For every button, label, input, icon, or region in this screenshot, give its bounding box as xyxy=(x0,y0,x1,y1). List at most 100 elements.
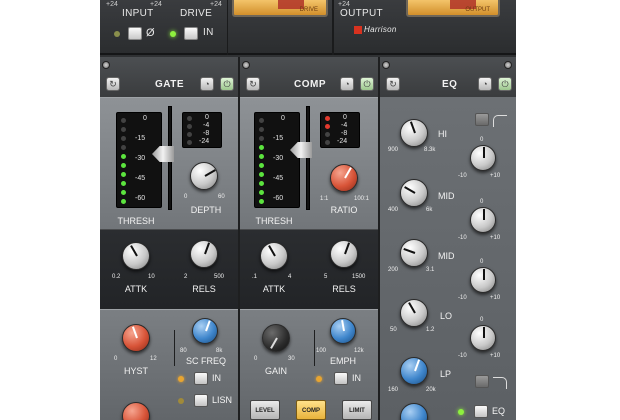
sc-bracket xyxy=(174,330,175,366)
lp-freq-max: 20k xyxy=(426,387,436,393)
drive-in-led xyxy=(170,31,176,37)
mid2-freq-max: 3.1 xyxy=(426,267,435,273)
mid1-freq-min: 400 xyxy=(388,207,399,213)
comp-thresh-label: THRESH xyxy=(255,216,293,226)
eq-reset-button[interactable]: ↻ xyxy=(386,77,400,91)
lowpass-curve-icon xyxy=(493,377,507,389)
screw-icon xyxy=(242,61,250,69)
drive-in-button[interactable] xyxy=(184,27,198,40)
ratio-min: 1:1 xyxy=(320,196,329,202)
gr-led xyxy=(325,124,330,129)
gr-scale-label: 0 xyxy=(205,114,209,121)
attk-max: 10 xyxy=(148,274,155,280)
shelf-curve-icon xyxy=(493,115,507,127)
lo-freq-knob[interactable] xyxy=(400,299,428,327)
hyst-knob[interactable] xyxy=(122,324,150,352)
level-mode-button[interactable]: LEVEL xyxy=(250,400,280,420)
eq-title: EQ xyxy=(442,79,458,90)
meter-scale-label: -15 xyxy=(273,135,284,142)
comp-mode-button[interactable]: COMP xyxy=(296,400,326,420)
meter-scale-label: 0 xyxy=(281,115,285,122)
meter-led xyxy=(259,199,264,204)
mid2-gain-max: +10 xyxy=(490,295,501,301)
comp-reset-button[interactable]: ↻ xyxy=(246,77,260,91)
comp-listen-button[interactable]: ◔ xyxy=(340,77,354,91)
gate-listen-button[interactable]: ◔ xyxy=(200,77,214,91)
vu-drive-label: DRIVE xyxy=(299,7,318,13)
lp-freq-min: 160 xyxy=(388,387,399,393)
gr-scale-label: -8 xyxy=(203,130,210,137)
comp-rels-min: 5 xyxy=(324,274,328,280)
gate-sc-panel: 0 12 HYST 80 8k SC FREQ IN LISN xyxy=(100,309,238,420)
phase-button[interactable] xyxy=(128,27,142,40)
lp-shelf-button[interactable] xyxy=(475,375,489,388)
mid2-freq-knob[interactable] xyxy=(400,239,428,267)
depth-max: 60 xyxy=(218,194,225,200)
eq-listen-button[interactable]: ◔ xyxy=(478,77,492,91)
comp-power-button[interactable]: ⏻ xyxy=(360,77,374,91)
meter-led xyxy=(259,181,264,186)
emph-knob[interactable] xyxy=(330,318,356,344)
gr-led xyxy=(325,116,330,121)
hi-freq-knob[interactable] xyxy=(400,119,428,147)
comp-attk-knob[interactable] xyxy=(260,242,288,270)
gr-led xyxy=(187,132,192,137)
thresh-label: THRESH xyxy=(117,216,155,226)
gate-attk-knob[interactable] xyxy=(122,242,150,270)
depth-knob[interactable] xyxy=(190,162,218,190)
ratio-knob[interactable] xyxy=(330,164,358,192)
mid1-label: MID xyxy=(438,191,455,201)
sc-freq-knob[interactable] xyxy=(192,318,218,344)
rels-label: RELS xyxy=(192,284,216,294)
eq-extra-knob[interactable] xyxy=(400,403,428,420)
screw-icon xyxy=(102,61,110,69)
comp-meter-panel: 0 -15 -30 -45 -60 0 -4 -8 -24 1:1 100:1 xyxy=(240,97,378,229)
gate-rels-knob[interactable] xyxy=(190,240,218,268)
lo-gain-knob[interactable] xyxy=(470,325,496,351)
meter-led xyxy=(121,181,126,186)
rels-min: 2 xyxy=(184,274,188,280)
lisn-button[interactable] xyxy=(194,394,208,407)
emph-in-led xyxy=(316,376,322,382)
gate-header: ↻ GATE ◔ ⏻ xyxy=(100,57,238,97)
drive-label: DRIVE xyxy=(180,8,213,19)
hi-freq-max: 8.3k xyxy=(424,147,436,153)
limit-mode-button[interactable]: LIMIT xyxy=(342,400,372,420)
lo-label: LO xyxy=(440,311,453,321)
eq-power-button[interactable]: ⏻ xyxy=(498,77,512,91)
mid1-freq-knob[interactable] xyxy=(400,179,428,207)
hi-shelf-button[interactable] xyxy=(475,113,489,126)
lo-gain-top: 0 xyxy=(480,317,484,323)
phase-symbol: Ø xyxy=(146,27,155,39)
gate-reset-button[interactable]: ↻ xyxy=(106,77,120,91)
mid1-gain-knob[interactable] xyxy=(470,207,496,233)
lo-freq-max: 1.2 xyxy=(426,327,435,333)
gate-meter-panel: 0 -15 -30 -45 -60 0 -4 -8 -24 0 60 DEPTH xyxy=(100,97,238,229)
comp-rels-knob[interactable] xyxy=(330,240,358,268)
gate-extra-knob[interactable] xyxy=(122,402,150,420)
mid1-gain-max: +10 xyxy=(490,235,501,241)
mid1-freq-max: 6k xyxy=(426,207,433,213)
sc-in-button[interactable] xyxy=(194,372,208,385)
hi-label: HI xyxy=(438,129,447,139)
lo-freq-min: 50 xyxy=(390,327,397,333)
gate-power-button[interactable]: ⏻ xyxy=(220,77,234,91)
mid2-gain-knob[interactable] xyxy=(470,267,496,293)
comp-gr-meter: 0 -4 -8 -24 xyxy=(320,112,360,148)
meter-led xyxy=(259,118,264,123)
input-drive-section: +24 +24 +24 INPUT DRIVE Ø IN xyxy=(100,0,228,55)
sc-freq-label: SC FREQ xyxy=(185,356,226,366)
meter-led xyxy=(259,154,264,159)
hi-gain-knob[interactable] xyxy=(470,145,496,171)
emph-in-button[interactable] xyxy=(334,372,348,385)
lp-freq-knob[interactable] xyxy=(400,357,428,385)
lo-gain-min: -10 xyxy=(458,353,467,359)
comp-env-panel: .1 4 ATTK 5 1500 RELS xyxy=(240,229,378,309)
eq-in-button[interactable] xyxy=(474,405,488,418)
gr-scale-label: -4 xyxy=(341,122,348,129)
scfreq-max: 8k xyxy=(216,348,223,354)
meter-scale-label: -30 xyxy=(135,155,146,162)
meter-scale-label: -15 xyxy=(135,135,146,142)
meter-scale-label: 0 xyxy=(143,115,147,122)
gain-knob[interactable] xyxy=(262,324,290,352)
